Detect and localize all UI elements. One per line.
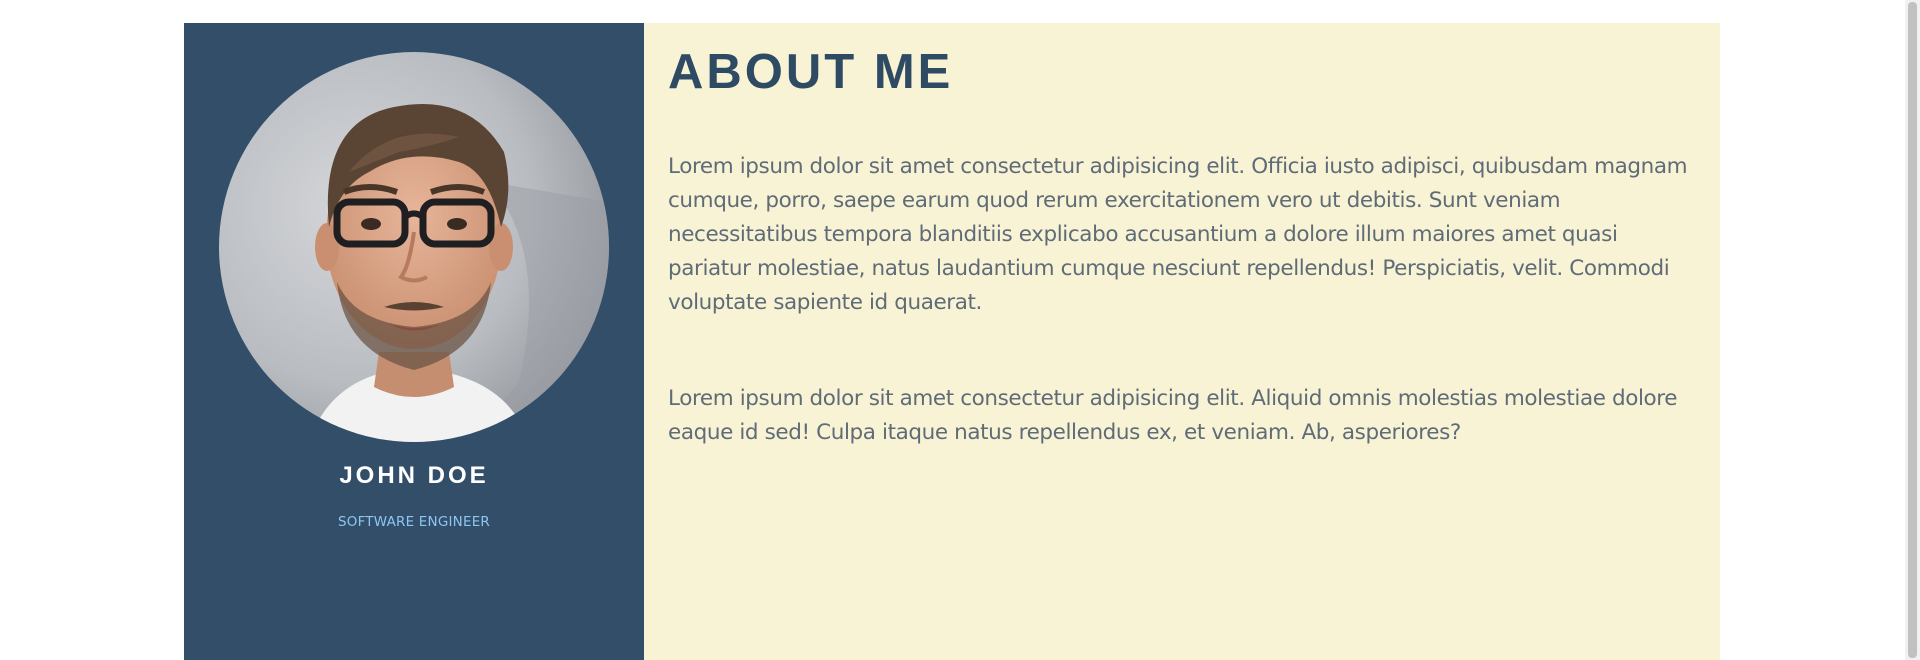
about-section: ABOUT ME Lorem ipsum dolor sit amet cons… (644, 23, 1720, 660)
about-paragraph: Lorem ipsum dolor sit amet consectetur a… (668, 385, 1678, 445)
profile-name: JOHN DOE (339, 462, 489, 489)
person-photo-icon (219, 52, 609, 442)
profile-sidebar: JOHN DOE SOFTWARE ENGINEER (184, 23, 644, 660)
avatar (219, 52, 609, 442)
profile-card: JOHN DOE SOFTWARE ENGINEER ABOUT ME Lore… (184, 23, 1720, 660)
vertical-scrollbar[interactable] (1905, 0, 1920, 660)
about-paragraph: Lorem ipsum dolor sit amet consectetur a… (668, 153, 1688, 315)
about-title: ABOUT ME (668, 45, 954, 99)
page: JOHN DOE SOFTWARE ENGINEER ABOUT ME Lore… (0, 0, 1920, 660)
scrollbar-thumb[interactable] (1908, 2, 1917, 658)
profile-role: SOFTWARE ENGINEER (337, 514, 491, 530)
